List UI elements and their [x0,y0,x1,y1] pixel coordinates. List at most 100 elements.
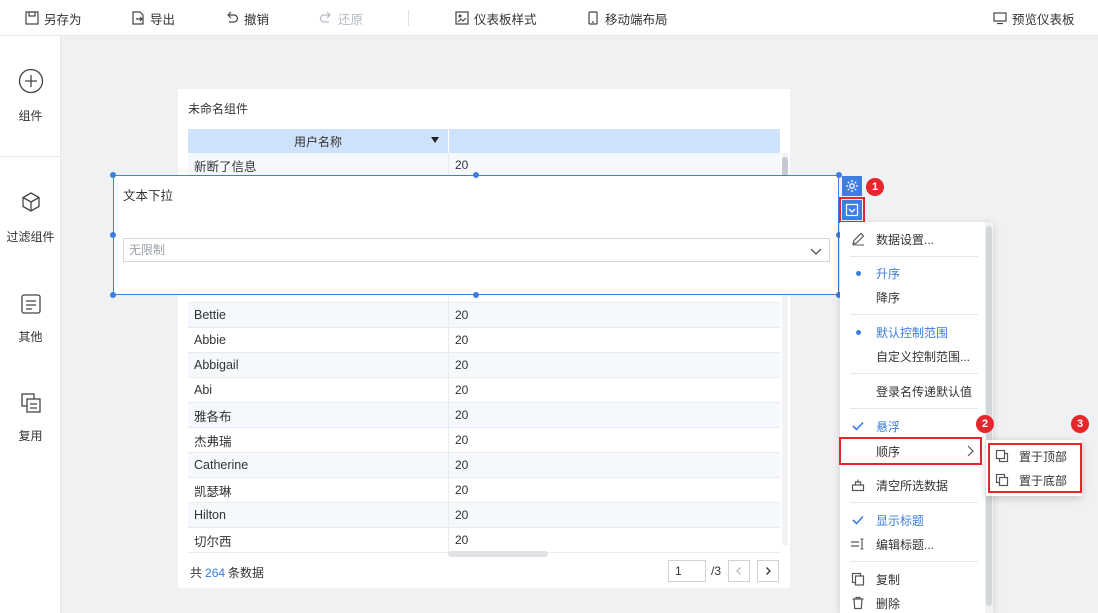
dashboard-style-label: 仪表板样式 [474,12,537,27]
redo-label: 还原 [338,12,364,27]
sidebar-item-components[interactable]: 组件 [0,68,61,124]
horizontal-scrollbar[interactable] [448,551,548,557]
menu-item-login-default[interactable]: 登录名传递默认值 [840,380,985,402]
highlight-box-1 [839,197,865,223]
menu-item-show-title[interactable]: 显示标题 [840,509,985,531]
menu-item-ascending[interactable]: 升序 [840,262,985,284]
redo-button[interactable]: 还原 [319,9,363,27]
sidebar-item-label: 过滤组件 [6,230,55,244]
sidebar-item-reuse[interactable]: 复用 [0,392,61,444]
document-icon [20,293,42,318]
dropdown-value: 无限制 [129,243,166,257]
style-icon [455,11,469,25]
cell-name: 新断了信息 [188,153,449,177]
table-header: 用户名称 [188,129,780,153]
menu-item-edit-title[interactable]: 编辑标题... [840,533,985,555]
menu-item-custom-range[interactable]: 自定义控制范围... [840,345,985,367]
menu-item-floating[interactable]: 悬浮 [840,415,985,437]
undo-button[interactable]: 撤销 [225,9,269,27]
export-button[interactable]: 导出 [131,9,175,27]
column-header-username[interactable]: 用户名称 [188,129,449,153]
dropdown-select[interactable]: 无限制 [123,238,830,262]
text-dropdown-widget[interactable]: 文本下拉 无限制 [113,175,839,295]
cell-name: Abbie [188,328,449,352]
cell-name: 凯瑟琳 [188,478,449,502]
cell-name: Catherine [188,453,449,477]
cell-name: 切尔西 [188,528,449,552]
menu-divider [850,561,978,562]
top-toolbar: 另存为 导出 撤销 还原 仪表板样式 移动端布局 预览仪表板 [0,0,1098,36]
menu-item-clear-selection[interactable]: 清空所选数据 [840,474,985,496]
resize-handle[interactable] [110,172,116,178]
sidebar-item-other[interactable]: 其他 [0,293,61,345]
resize-handle[interactable] [473,292,479,298]
menu-item-data-settings[interactable]: 数据设置... [840,228,985,250]
table-row[interactable]: Abbigail 20 [188,353,780,378]
menu-divider [850,373,978,374]
preview-dashboard-button[interactable]: 预览仪表板 [993,9,1075,27]
left-sidebar: 组件 过滤组件 其他 复用 [0,36,61,613]
chevron-right-icon [766,567,771,575]
plus-circle-icon [18,68,44,97]
dashboard-style-button[interactable]: 仪表板样式 [455,9,537,27]
prev-page-button[interactable] [728,560,750,582]
next-page-button[interactable] [757,560,779,582]
menu-item-descending[interactable]: 降序 [840,286,985,308]
menu-item-delete[interactable]: 删除 [840,592,985,613]
menu-divider [850,408,978,409]
page-number-input[interactable]: 1 [668,560,706,582]
toolbar-divider [408,10,409,26]
cell-value: 20 [455,483,469,497]
mobile-icon [586,11,600,25]
table-row[interactable]: 凯瑟琳 20 [188,478,780,503]
copy-icon [850,572,866,586]
monitor-icon [993,11,1007,25]
redo-icon [319,11,333,25]
cell-value: 20 [455,458,469,472]
eraser-icon [850,478,866,492]
pencil-icon [850,232,866,246]
table-row[interactable]: Abi 20 [188,378,780,403]
sidebar-divider [0,156,61,157]
save-icon [25,11,39,25]
table-row[interactable]: Abbie 20 [188,328,780,353]
resize-handle[interactable] [110,292,116,298]
table-row[interactable]: Bettie 20 [188,303,780,328]
step-badge-1: 1 [866,178,884,196]
undo-label: 撤销 [244,12,270,27]
menu-item-default-range[interactable]: 默认控制范围 [840,321,985,343]
export-label: 导出 [150,12,176,27]
cell-value: 20 [455,508,469,522]
cell-value: 20 [455,533,469,547]
cell-name: Hilton [188,503,449,527]
sidebar-item-label: 复用 [18,429,43,443]
table-component[interactable]: 未命名组件 用户名称 新断了信息 20 Bettie 20 Abbie 20 Abbi… [178,89,790,588]
selected-dot-icon [850,325,866,339]
widget-settings-button[interactable] [842,176,862,196]
preview-dashboard-label: 预览仪表板 [1012,12,1075,27]
step-badge-3: 3 [1071,415,1089,433]
sidebar-item-label: 其他 [18,330,43,344]
sort-caret-icon[interactable] [431,137,439,143]
copy-icon [20,392,42,417]
menu-divider [850,502,978,503]
table-row[interactable]: 杰弗瑞 20 [188,428,780,453]
highlight-box-3 [988,443,1082,493]
save-as-button[interactable]: 另存为 [25,9,82,27]
resize-handle[interactable] [473,172,479,178]
step-badge-2: 2 [976,415,994,433]
menu-item-copy[interactable]: 复制 [840,568,985,590]
table-row[interactable]: 切尔西 20 [188,528,780,553]
sidebar-item-label: 组件 [18,109,43,123]
chevron-down-icon [809,243,823,265]
table-row[interactable]: Catherine 20 [188,453,780,478]
mobile-layout-button[interactable]: 移动端布局 [586,9,668,27]
context-menu: 数据设置... 升序 降序 默认控制范围 自定义控制范围... 登录名传递默认值… [840,222,993,613]
resize-handle[interactable] [110,232,116,238]
table-row[interactable]: 雅各布 20 [188,403,780,428]
sidebar-item-filter-components[interactable]: 过滤组件 [0,191,61,245]
check-icon [850,419,866,433]
table-row[interactable]: Hilton 20 [188,503,780,528]
save-as-label: 另存为 [44,12,82,27]
undo-icon [225,11,239,25]
